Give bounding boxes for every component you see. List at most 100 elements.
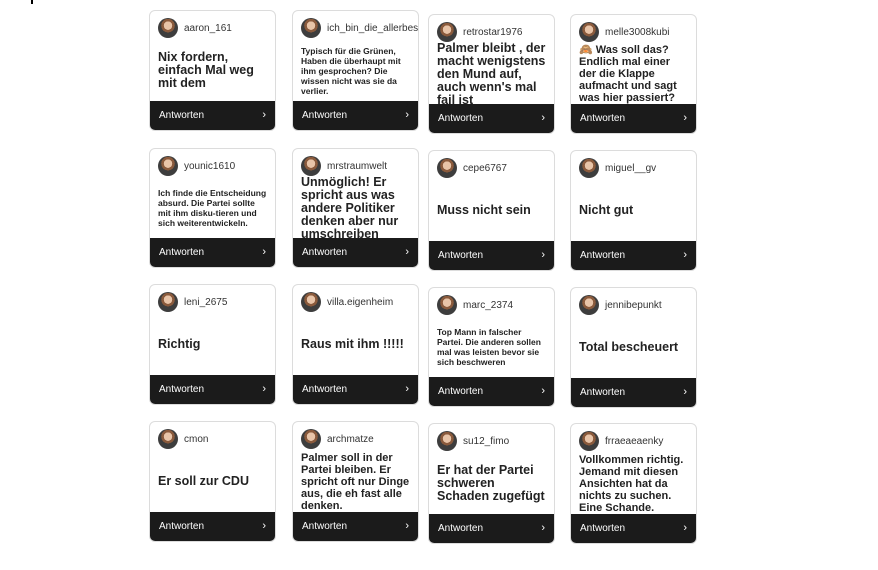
reply-button[interactable]: Antworten ›: [293, 238, 418, 267]
reply-button[interactable]: Antworten ›: [429, 104, 554, 133]
username[interactable]: frraeaeaenky: [605, 436, 663, 447]
username[interactable]: cepe6767: [463, 163, 507, 174]
avatar-icon[interactable]: [301, 429, 321, 449]
reply-label: Antworten: [580, 387, 626, 398]
username[interactable]: villa.eigenheim: [327, 297, 393, 308]
username[interactable]: marc_2374: [463, 300, 513, 311]
avatar-icon[interactable]: [437, 295, 457, 315]
comment-card: ich_bin_die_allerbeste Typisch für die G…: [292, 10, 419, 131]
comment-card: miguel__gv Nicht gut Antworten ›: [570, 150, 697, 271]
avatar-icon[interactable]: [158, 18, 178, 38]
chevron-right-icon: ›: [405, 109, 409, 121]
username[interactable]: miguel__gv: [605, 163, 656, 174]
username[interactable]: leni_2675: [184, 297, 227, 308]
comment-text: Raus mit ihm !!!!!: [301, 337, 404, 351]
comment-card: mrstraumwelt Unmöglich! Er spricht aus w…: [292, 148, 419, 268]
avatar-icon[interactable]: [579, 295, 599, 315]
chevron-right-icon: ›: [541, 385, 545, 397]
card-header: archmatze: [301, 428, 374, 450]
chevron-right-icon: ›: [262, 520, 266, 532]
avatar-icon[interactable]: [579, 22, 599, 42]
chevron-right-icon: ›: [683, 249, 687, 261]
username[interactable]: retrostar1976: [463, 27, 522, 38]
card-header: mrstraumwelt: [301, 155, 387, 177]
reply-button[interactable]: Antworten ›: [293, 512, 418, 541]
reply-button[interactable]: Antworten ›: [571, 104, 696, 133]
chevron-right-icon: ›: [541, 249, 545, 261]
reply-button[interactable]: Antworten ›: [429, 377, 554, 406]
comment-text: Unmöglich! Er spricht aus was andere Pol…: [301, 174, 399, 241]
avatar-icon[interactable]: [579, 158, 599, 178]
avatar-icon[interactable]: [158, 429, 178, 449]
avatar-icon[interactable]: [437, 22, 457, 42]
avatar-icon[interactable]: [579, 431, 599, 451]
chevron-right-icon: ›: [405, 246, 409, 258]
card-header: retrostar1976: [437, 21, 522, 43]
comment-text: Er hat der Partei schweren Schaden zugef…: [437, 463, 545, 503]
username[interactable]: aaron_161: [184, 23, 232, 34]
comment-text: 🙈 Was soll das? Endlich mal einer der di…: [579, 44, 677, 104]
card-header: frraeaeaenky: [579, 430, 663, 452]
chevron-right-icon: ›: [541, 522, 545, 534]
chevron-right-icon: ›: [405, 383, 409, 395]
username[interactable]: mrstraumwelt: [327, 161, 387, 172]
reply-button[interactable]: Antworten ›: [150, 375, 275, 404]
card-header: leni_2675: [158, 291, 227, 313]
card-header: jennibepunkt: [579, 294, 662, 316]
card-header: marc_2374: [437, 294, 513, 316]
username[interactable]: su12_fimo: [463, 436, 509, 447]
reply-label: Antworten: [159, 521, 205, 532]
comment-card: retrostar1976 Palmer bleibt , der macht …: [428, 14, 555, 134]
avatar-icon[interactable]: [437, 431, 457, 451]
reply-label: Antworten: [302, 110, 348, 121]
corner-mark: [31, 0, 33, 4]
avatar-icon[interactable]: [158, 156, 178, 176]
avatar-icon[interactable]: [301, 18, 321, 38]
chevron-right-icon: ›: [262, 109, 266, 121]
username[interactable]: cmon: [184, 434, 208, 445]
comment-card: cmon Er soll zur CDU Antworten ›: [149, 421, 276, 542]
reply-button[interactable]: Antworten ›: [293, 375, 418, 404]
reply-button[interactable]: Antworten ›: [571, 241, 696, 270]
comment-text: Vollkommen richtig. Jemand mit diesen An…: [579, 453, 684, 514]
reply-button[interactable]: Antworten ›: [150, 238, 275, 267]
reply-button[interactable]: Antworten ›: [429, 514, 554, 543]
reply-button[interactable]: Antworten ›: [150, 101, 275, 130]
reply-label: Antworten: [580, 523, 626, 534]
reply-button[interactable]: Antworten ›: [293, 101, 418, 130]
comment-text: Nix fordern, einfach Mal weg mit dem: [158, 50, 254, 90]
comment-text: Richtig: [158, 337, 201, 351]
avatar-icon[interactable]: [437, 158, 457, 178]
comment-card: villa.eigenheim Raus mit ihm !!!!! Antwo…: [292, 284, 419, 405]
comment-card: younic1610 Ich finde die Entscheidung ab…: [149, 148, 276, 268]
username[interactable]: jennibepunkt: [605, 300, 662, 311]
username[interactable]: younic1610: [184, 161, 235, 172]
username[interactable]: melle3008kubi: [605, 27, 670, 38]
avatar-icon[interactable]: [301, 156, 321, 176]
comment-text: Palmer bleibt , der macht wenigstens den…: [437, 40, 546, 107]
username[interactable]: ich_bin_die_allerbeste: [327, 23, 418, 34]
username[interactable]: archmatze: [327, 434, 374, 445]
chevron-right-icon: ›: [405, 520, 409, 532]
reply-label: Antworten: [302, 521, 348, 532]
reply-button[interactable]: Antworten ›: [571, 514, 696, 543]
chevron-right-icon: ›: [683, 522, 687, 534]
reply-label: Antworten: [302, 384, 348, 395]
card-header: su12_fimo: [437, 430, 509, 452]
card-header: ich_bin_die_allerbeste: [301, 17, 418, 39]
comment-card: marc_2374 Top Mann in falscher Partei. D…: [428, 287, 555, 407]
reply-button[interactable]: Antworten ›: [429, 241, 554, 270]
avatar-icon[interactable]: [301, 292, 321, 312]
comment-card: cepe6767 Muss nicht sein Antworten ›: [428, 150, 555, 271]
reply-label: Antworten: [302, 247, 348, 258]
comment-text: Er soll zur CDU: [158, 474, 249, 488]
reply-label: Antworten: [438, 386, 484, 397]
reply-button[interactable]: Antworten ›: [150, 512, 275, 541]
comment-text: Nicht gut: [579, 203, 634, 217]
chevron-right-icon: ›: [683, 112, 687, 124]
reply-button[interactable]: Antworten ›: [571, 378, 696, 407]
reply-label: Antworten: [438, 523, 484, 534]
avatar-icon[interactable]: [158, 292, 178, 312]
comment-card: melle3008kubi 🙈 Was soll das? Endlich ma…: [570, 14, 697, 134]
comment-text: Palmer soll in der Partei bleiben. Er sp…: [301, 451, 410, 512]
